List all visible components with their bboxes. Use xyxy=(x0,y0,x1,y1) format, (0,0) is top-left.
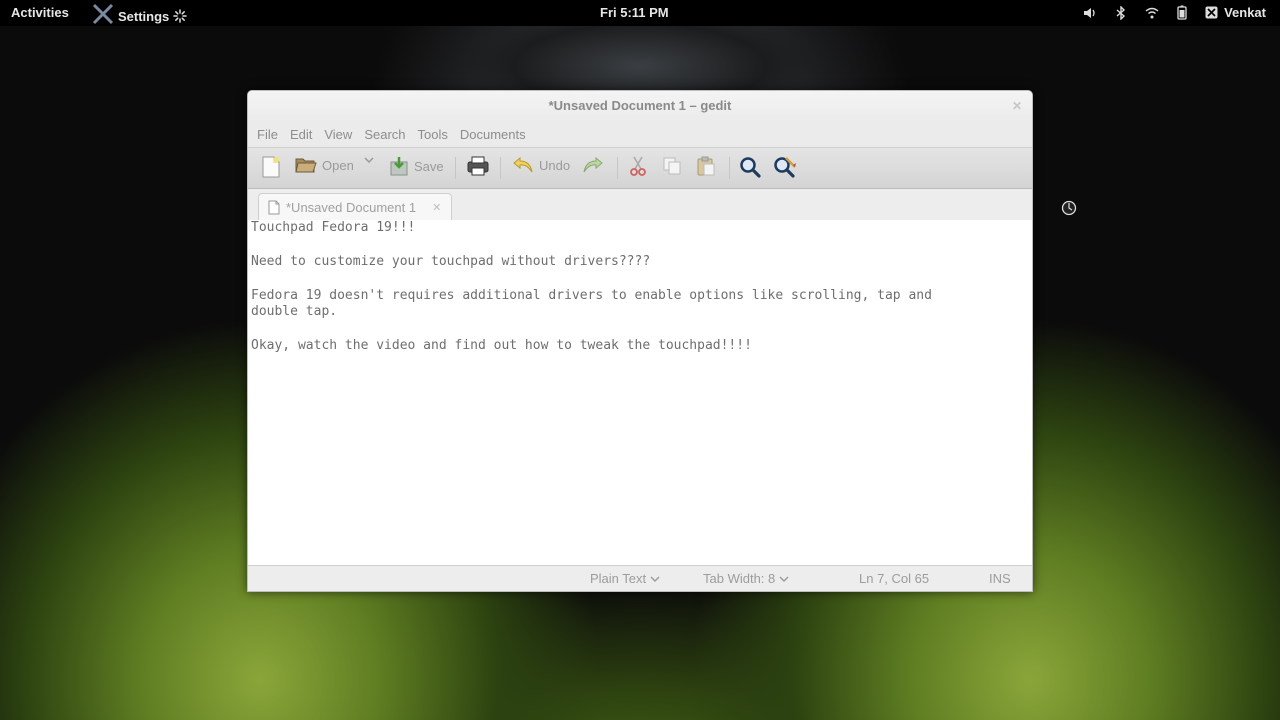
find-replace-button[interactable] xyxy=(773,156,797,178)
wifi-icon[interactable] xyxy=(1145,7,1159,19)
editor-line: Need to customize your touchpad without … xyxy=(251,254,651,269)
menu-edit[interactable]: Edit xyxy=(289,127,319,142)
tab-width-label: Tab Width: 8 xyxy=(703,571,776,586)
tab-close-icon[interactable]: ✕ xyxy=(432,201,441,214)
close-icon[interactable]: ✕ xyxy=(1010,99,1024,113)
find-button[interactable] xyxy=(739,156,761,178)
toolbar-separator xyxy=(500,157,501,179)
document-icon xyxy=(268,200,280,215)
folder-open-icon xyxy=(295,158,317,173)
paste-button[interactable] xyxy=(696,156,716,176)
window-title: *Unsaved Document 1 – gedit xyxy=(548,98,732,113)
undo-button[interactable]: Undo xyxy=(512,156,570,174)
open-dropdown-button[interactable] xyxy=(364,156,374,164)
redo-button[interactable] xyxy=(582,156,604,174)
user-name: Venkat xyxy=(1224,5,1266,20)
wallpaper-hair xyxy=(460,26,820,96)
editor-line: Fedora 19 doesn't requires additional dr… xyxy=(251,288,932,303)
volume-icon[interactable] xyxy=(1083,6,1097,20)
undo-icon xyxy=(513,156,533,173)
app-menu[interactable]: Settings xyxy=(92,3,188,27)
toolbar: Open Save Undo xyxy=(248,147,1032,189)
gedit-window: *Unsaved Document 1 – gedit ✕ File Edit … xyxy=(247,90,1033,592)
status-bar: Plain Text Tab Width: 8 Ln 7, Col 65 INS xyxy=(248,565,1032,591)
tab-label: *Unsaved Document 1 xyxy=(286,200,417,215)
menu-file[interactable]: File xyxy=(256,127,285,142)
copy-button[interactable] xyxy=(662,156,682,176)
app-menu-label: Settings xyxy=(118,8,170,24)
language-label: Plain Text xyxy=(590,571,647,586)
search-icon xyxy=(740,157,761,178)
bluetooth-icon[interactable] xyxy=(1115,5,1127,20)
menu-documents[interactable]: Documents xyxy=(459,127,533,142)
find-replace-icon xyxy=(774,157,796,178)
menu-search[interactable]: Search xyxy=(363,127,412,142)
clock[interactable]: Fri 5:11 PM xyxy=(600,5,669,20)
toolbar-separator xyxy=(617,157,618,179)
menu-view[interactable]: View xyxy=(323,127,359,142)
status-area: Venkat xyxy=(1083,5,1266,20)
editor-line: double tap. xyxy=(251,304,338,319)
user-status-icon xyxy=(1205,6,1218,19)
window-titlebar[interactable]: *Unsaved Document 1 – gedit ✕ xyxy=(248,91,1032,121)
redo-icon xyxy=(583,156,603,173)
user-menu[interactable]: Venkat xyxy=(1205,5,1266,20)
document-tabs: *Unsaved Document 1 ✕ xyxy=(248,189,1032,222)
copy-icon xyxy=(663,157,681,175)
toolbar-separator xyxy=(455,157,456,179)
battery-icon[interactable] xyxy=(1177,5,1187,20)
text-editor[interactable]: Touchpad Fedora 19!!! Need to customize … xyxy=(248,220,1032,565)
editor-line: Okay, watch the video and find out how t… xyxy=(251,338,752,353)
toolbar-separator xyxy=(729,157,730,179)
chevron-down-icon xyxy=(779,575,789,582)
open-button[interactable]: Open xyxy=(295,156,354,174)
loading-spinner-icon xyxy=(173,9,188,23)
open-label: Open xyxy=(322,157,354,173)
cut-icon xyxy=(630,156,646,176)
tab-width-selector[interactable]: Tab Width: 8 xyxy=(703,571,789,586)
menu-tools[interactable]: Tools xyxy=(417,127,455,142)
top-bar: Activities Settings Fri 5:11 PM Venkat xyxy=(0,0,1280,26)
cursor-position: Ln 7, Col 65 xyxy=(859,571,930,586)
save-label: Save xyxy=(414,158,444,174)
cut-button[interactable] xyxy=(628,156,648,176)
insert-mode: INS xyxy=(989,571,1011,586)
editor-line: Touchpad Fedora 19!!! xyxy=(251,220,416,235)
language-selector[interactable]: Plain Text xyxy=(590,571,660,586)
new-document-button[interactable] xyxy=(261,156,281,178)
new-document-icon xyxy=(262,156,280,178)
app-x-logo-icon xyxy=(92,3,114,25)
menu-bar: File Edit View Search Tools Documents xyxy=(248,121,1032,147)
print-icon xyxy=(467,156,489,176)
chevron-down-icon xyxy=(364,157,374,164)
chevron-down-icon xyxy=(650,575,660,582)
undo-label: Undo xyxy=(539,157,571,173)
activities-button[interactable]: Activities xyxy=(11,5,69,20)
print-button[interactable] xyxy=(467,156,489,176)
tab-unsaved-document-1[interactable]: *Unsaved Document 1 ✕ xyxy=(258,193,452,221)
paste-icon xyxy=(697,156,715,176)
save-button[interactable]: Save xyxy=(389,156,444,176)
mouse-cursor-icon xyxy=(1061,200,1077,216)
save-icon xyxy=(390,157,408,176)
